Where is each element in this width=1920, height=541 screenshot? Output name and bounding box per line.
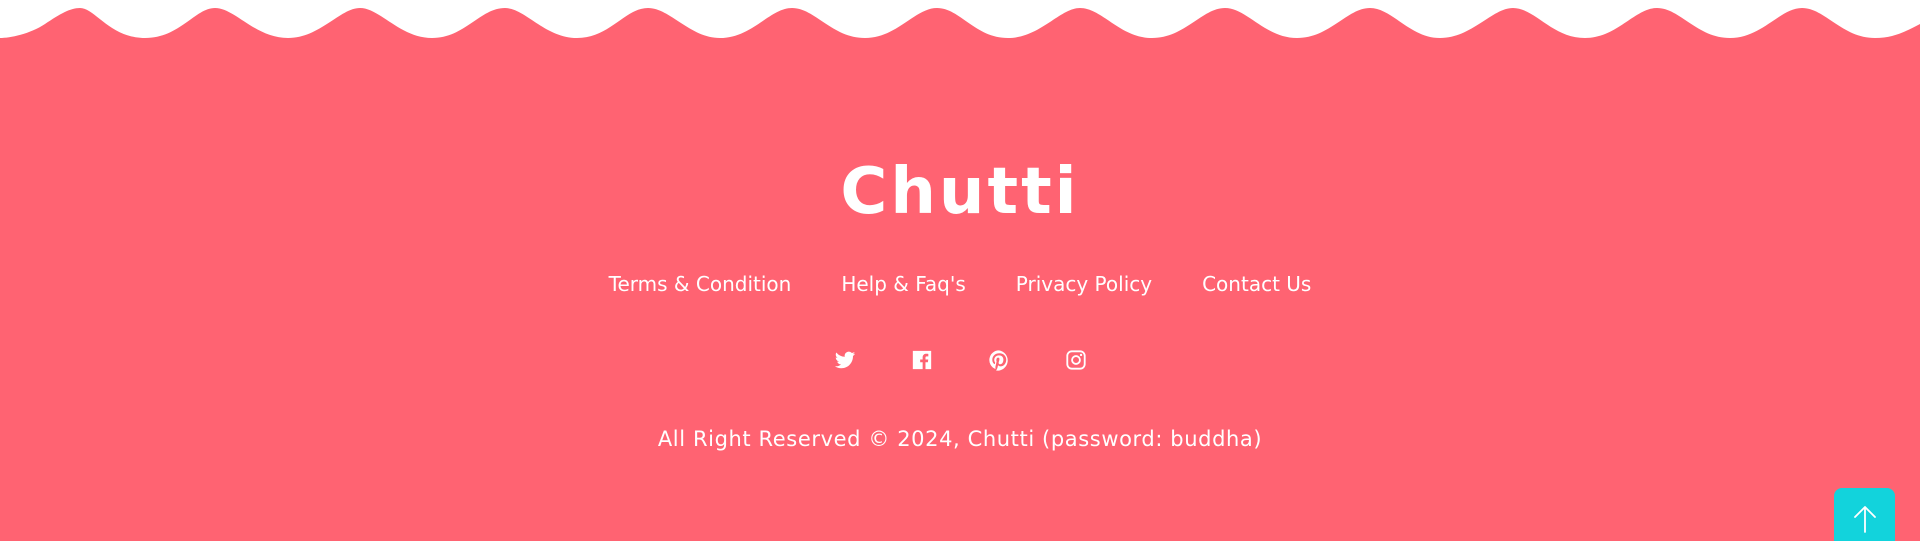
twitter-icon — [834, 351, 855, 369]
copyright-text: All Right Reserved © 2024, Chutti (passw… — [657, 427, 1263, 451]
footer-nav-item: Privacy Policy — [1016, 268, 1152, 300]
contact-us-link[interactable]: Contact Us — [1202, 272, 1311, 296]
twitter-link[interactable] — [833, 349, 857, 371]
pinterest-link[interactable] — [987, 349, 1011, 371]
pinterest-icon — [988, 350, 1008, 371]
arrow-up-icon — [1853, 506, 1876, 533]
instagram-icon — [1065, 350, 1086, 370]
back-to-top-button[interactable] — [1834, 488, 1895, 541]
brand-logo[interactable]: Chutti — [0, 150, 1920, 234]
social-links — [0, 349, 1920, 371]
footer-nav-item: Help & Faq's — [841, 268, 965, 300]
footer-nav-item: Contact Us — [1202, 268, 1311, 300]
terms-link[interactable]: Terms & Condition — [609, 272, 792, 296]
help-faq-link[interactable]: Help & Faq's — [841, 272, 965, 296]
site-footer: Chutti Terms & Condition Help & Faq's Pr… — [0, 0, 1920, 541]
footer-nav-item: Terms & Condition — [609, 268, 792, 300]
footer-nav: Terms & Condition Help & Faq's Privacy P… — [0, 268, 1920, 300]
facebook-icon — [912, 350, 931, 370]
privacy-policy-link[interactable]: Privacy Policy — [1016, 272, 1152, 296]
instagram-link[interactable] — [1064, 349, 1088, 371]
wave-divider — [0, 0, 1920, 40]
facebook-link[interactable] — [910, 349, 934, 371]
